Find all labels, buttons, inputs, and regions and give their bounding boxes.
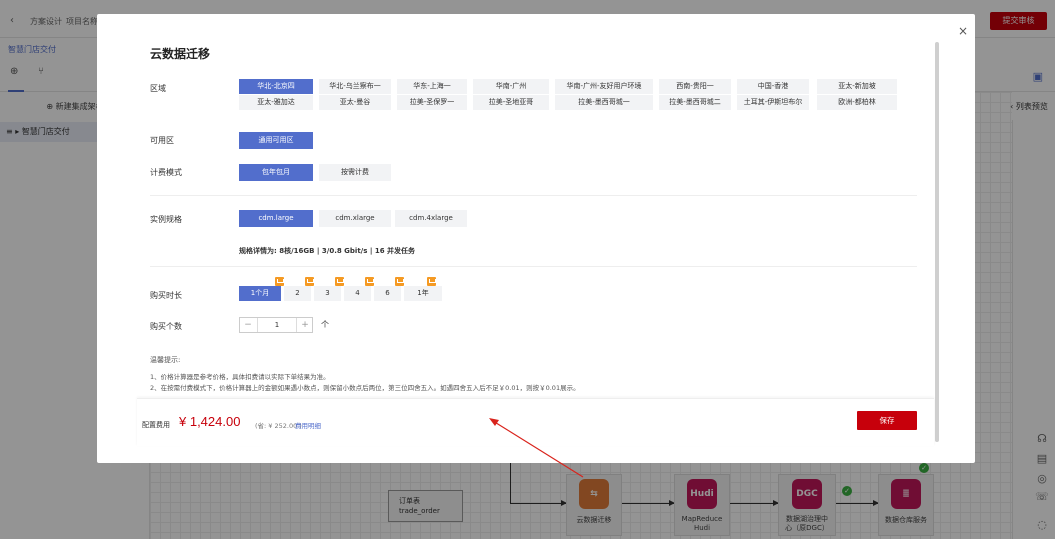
discount-tag-icon: [395, 277, 404, 286]
spec-option-large[interactable]: cdm.large: [239, 210, 313, 227]
save-button[interactable]: 保存: [857, 411, 917, 430]
region-option[interactable]: 华东-上海一: [397, 79, 467, 94]
region-option[interactable]: 华南-广州: [473, 79, 549, 94]
divider: [150, 266, 917, 267]
dialog-title: 云数据迁移: [150, 47, 211, 61]
close-icon[interactable]: ×: [956, 24, 970, 38]
az-option[interactable]: 通用可用区: [239, 132, 313, 149]
quantity-input[interactable]: 1: [257, 318, 297, 332]
discount-tag-icon: [335, 277, 344, 286]
fee-detail-link[interactable]: 费用明细: [295, 420, 321, 430]
spec-option-xlarge[interactable]: cdm.xlarge: [319, 210, 391, 227]
quantity-unit: 个: [321, 320, 329, 329]
discount-tag-icon: [365, 277, 374, 286]
cdm-config-dialog: × 云数据迁移 区域 华北-北京四 华北-乌兰察布一 华东-上海一 华南-广州 华南-广…: [97, 14, 975, 463]
tips-title: 温馨提示:: [150, 356, 181, 364]
discount-tag-icon: [305, 277, 314, 286]
region-option[interactable]: 中国-香港: [737, 79, 809, 94]
spec-detail-text: 规格详情为: 8核/16GB | 3/0.8 Gbit/s | 16 并发任务: [239, 247, 416, 255]
duration-option-1-month[interactable]: 1个月: [239, 286, 281, 301]
region-option[interactable]: 西南-贵阳一: [659, 79, 731, 94]
quantity-stepper: − 1 +: [239, 317, 313, 333]
tip-line: 1、价格计算器是参考价格，具体扣费请以实际下单结果为准。: [150, 373, 330, 381]
discount-tag-icon: [275, 277, 284, 286]
duration-option-4[interactable]: 4: [344, 286, 371, 301]
billing-option-yearly-monthly[interactable]: 包年包月: [239, 164, 313, 181]
duration-option-1-year[interactable]: 1年: [404, 286, 442, 301]
az-label: 可用区: [150, 136, 174, 145]
scrollbar[interactable]: [935, 42, 939, 442]
region-option[interactable]: 华北-北京四: [239, 79, 313, 94]
spec-option-4xlarge[interactable]: cdm.4xlarge: [395, 210, 467, 227]
region-option[interactable]: 华北-乌兰察布一: [319, 79, 391, 94]
divider: [150, 195, 917, 196]
quantity-label: 购买个数: [150, 322, 182, 331]
duration-option-2[interactable]: 2: [284, 286, 311, 301]
decrement-button[interactable]: −: [240, 318, 256, 332]
region-option[interactable]: 华南-广州-友好用户环境: [555, 79, 653, 94]
spec-label: 实例规格: [150, 215, 182, 224]
fee-label: 配置费用: [142, 421, 170, 429]
region-option[interactable]: 亚太-曼谷: [319, 95, 391, 110]
tip-line: 2、在按需付费模式下，价格计算器上的金额如果遇小数点，则保留小数点后两位，第三位…: [150, 384, 580, 392]
price-footer: 配置费用 ¥ 1,424.00 (省: ¥ 252.00 ) 费用明细 保存: [137, 398, 934, 446]
region-option[interactable]: 亚太-新加坡: [817, 79, 897, 94]
region-option[interactable]: 拉美-墨西哥城二: [659, 95, 731, 110]
duration-option-6[interactable]: 6: [374, 286, 401, 301]
region-option[interactable]: 拉美-圣保罗一: [397, 95, 467, 110]
region-option[interactable]: 拉美-圣地亚哥: [473, 95, 549, 110]
region-option[interactable]: 亚太-雅加达: [239, 95, 313, 110]
region-label: 区域: [150, 84, 166, 93]
fee-price: ¥ 1,424.00: [179, 414, 241, 429]
region-option[interactable]: 拉美-墨西哥城一: [555, 95, 653, 110]
billing-label: 计费模式: [150, 168, 182, 177]
duration-option-3[interactable]: 3: [314, 286, 341, 301]
duration-label: 购买时长: [150, 291, 182, 300]
region-option[interactable]: 欧洲-都柏林: [817, 95, 897, 110]
region-option[interactable]: 土耳其-伊斯坦布尔: [737, 95, 809, 110]
billing-option-on-demand[interactable]: 按需计费: [319, 164, 391, 181]
discount-tag-icon: [427, 277, 436, 286]
increment-button[interactable]: +: [297, 318, 313, 332]
